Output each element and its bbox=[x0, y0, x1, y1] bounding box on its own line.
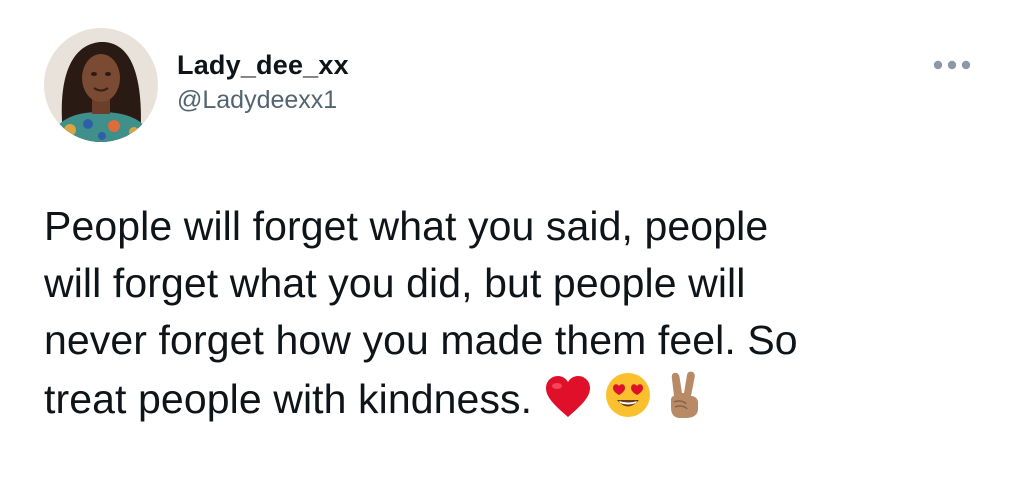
tweet-text-line: People will forget what you said, people bbox=[44, 203, 769, 249]
tweet-text-line-last: treat people with kindness. bbox=[44, 369, 994, 428]
more-horizontal-icon bbox=[933, 60, 971, 70]
heart-eyes-emoji-icon bbox=[604, 371, 652, 419]
avatar[interactable] bbox=[44, 28, 158, 142]
display-name[interactable]: Lady_dee_xx bbox=[177, 48, 349, 82]
tweet-card: Lady_dee_xx @Ladydeexx1 People will forg… bbox=[0, 0, 1024, 494]
tweet-text: People will forget what you said, people… bbox=[44, 198, 994, 428]
user-handle[interactable]: @Ladydeexx1 bbox=[177, 84, 349, 116]
profile-photo-icon bbox=[44, 28, 158, 142]
author-info: Lady_dee_xx @Ladydeexx1 bbox=[177, 48, 349, 116]
tweet-text-line: never forget how you made them feel. So bbox=[44, 317, 798, 363]
more-options-button[interactable] bbox=[926, 54, 978, 76]
victory-hand-emoji-icon bbox=[664, 369, 706, 419]
tweet-text-line: will forget what you did, but people wil… bbox=[44, 260, 746, 306]
red-heart-emoji-icon bbox=[544, 375, 592, 419]
tweet-text-line: treat people with kindness. bbox=[44, 376, 533, 422]
